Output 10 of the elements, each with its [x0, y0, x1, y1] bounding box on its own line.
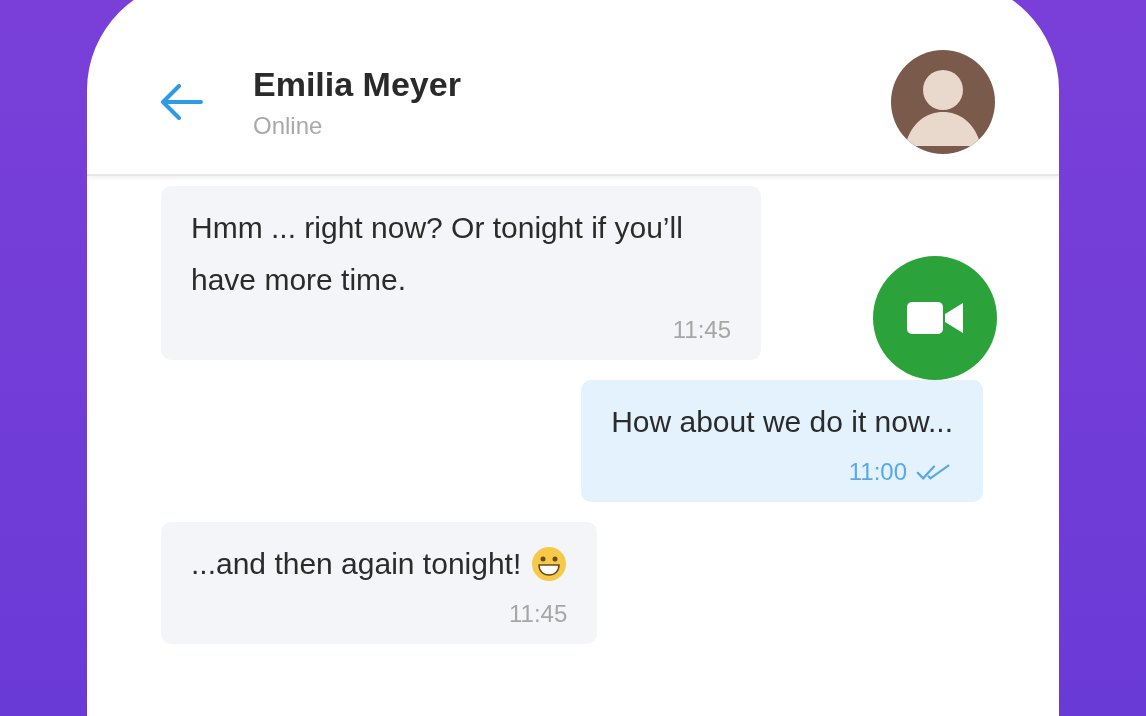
message-time: 11:45 [672, 316, 731, 344]
message-time: 11:45 [509, 600, 568, 628]
message-text: ...and then again tonight! [191, 546, 522, 582]
message-text: Hmm ... right now? Or tonight if you’ll have more time. [191, 210, 684, 298]
contact-name: Emilia Meyer [253, 64, 462, 104]
back-arrow-icon[interactable] [159, 84, 203, 120]
contact-status: Online [253, 111, 324, 140]
message-text: How about we do it now... [611, 404, 953, 440]
video-camera-icon [907, 300, 963, 336]
message-time: 11:00 [848, 458, 907, 486]
